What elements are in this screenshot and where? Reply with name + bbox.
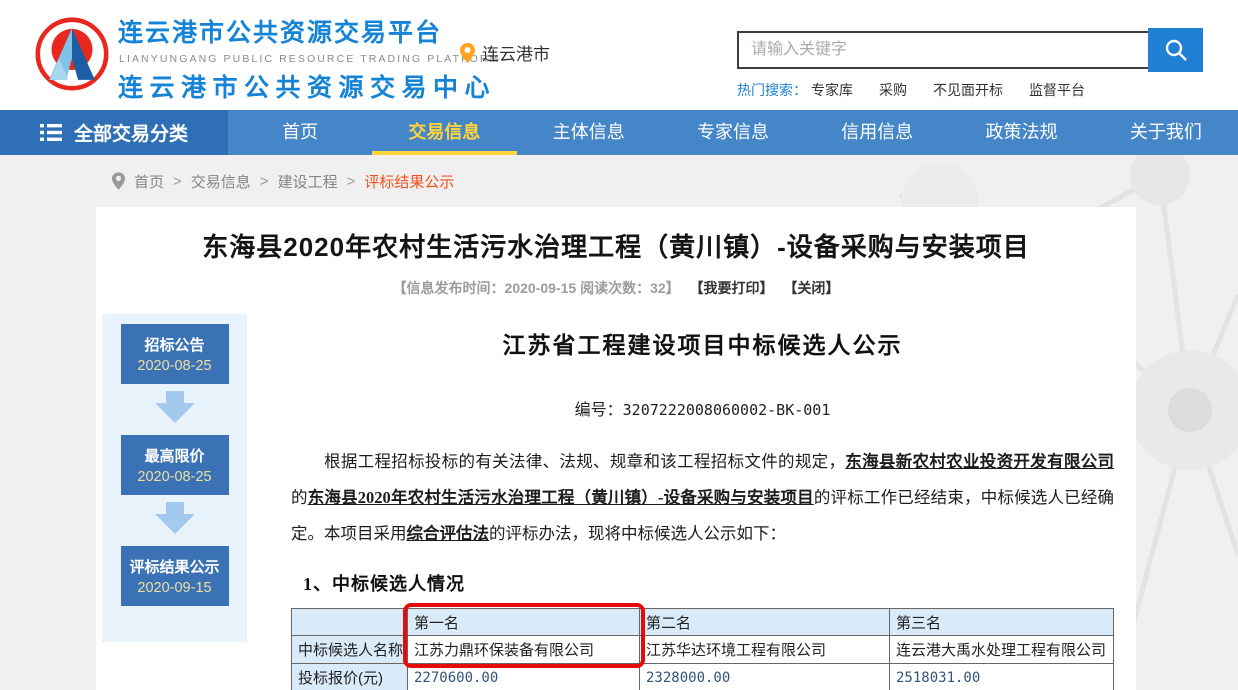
nav-item[interactable]: 首页: [228, 110, 372, 155]
main-navbar: 全部交易分类 首页交易信息主体信息专家信息信用信息政策法规关于我们: [0, 110, 1238, 155]
timeline-step-label: 最高限价: [144, 445, 204, 466]
table-cell: 2518031.00: [890, 664, 1114, 690]
timeline-step-label: 评标结果公示: [129, 556, 219, 577]
article-meta: 【信息发布时间：2020-09-15 阅读次数：32】 【我要打印】 【关闭】: [96, 278, 1136, 298]
candidates-table: 第一名第二名第三名中标候选人名称江苏力鼎环保装备有限公司江苏华达环境工程有限公司…: [291, 608, 1114, 690]
row-label-cell: 投标报价(元): [292, 664, 408, 690]
nav-item[interactable]: 交易信息: [372, 110, 516, 155]
hot-search-bar: 热门搜索： 专家库 采购 不见面开标 监督平台: [737, 80, 1203, 100]
table-header-cell: 第二名: [640, 609, 890, 636]
city-name: 连云港市: [482, 40, 550, 65]
publish-info: 【信息发布时间：2020-09-15 阅读次数：32】: [393, 280, 680, 296]
timeline-panel: 招标公告 2020-08-25 最高限价 2020-08-25 评标结果公示 2020-0…: [102, 314, 247, 642]
down-arrow-icon: [155, 391, 195, 428]
notice-heading: 江苏省工程建设项目中标候选人公示: [291, 326, 1114, 360]
timeline-step[interactable]: 评标结果公示 2020-09-15: [121, 546, 229, 606]
notice-body: 江苏省工程建设项目中标候选人公示 编号：3207222008060002-BK-…: [247, 314, 1136, 690]
breadcrumb: 首页 > 交易信息 > 建设工程 > 评标结果公示: [0, 155, 1238, 207]
table-cell: 江苏力鼎环保装备有限公司: [408, 636, 640, 664]
print-button[interactable]: 【我要打印】: [690, 280, 774, 296]
hot-search-item[interactable]: 采购: [879, 80, 907, 100]
content-card: 东海县2020年农村生活污水治理工程（黄川镇）-设备采购与安装项目 【信息发布时…: [96, 207, 1136, 690]
article-title: 东海县2020年农村生活污水治理工程（黄川镇）-设备采购与安装项目: [96, 227, 1136, 264]
hot-search-item[interactable]: 不见面开标: [933, 80, 1003, 100]
hot-search-item[interactable]: 监督平台: [1029, 80, 1085, 100]
table-row: 投标报价(元)2270600.002328000.002518031.00: [292, 664, 1114, 690]
location-pin-icon: [460, 43, 475, 63]
site-logo-icon: [34, 13, 110, 95]
table-header-row: 第一名第二名第三名: [292, 609, 1114, 636]
menu-icon: [40, 124, 62, 141]
table-row: 中标候选人名称江苏力鼎环保装备有限公司江苏华达环境工程有限公司连云港大禹水处理工…: [292, 636, 1114, 664]
nav-item[interactable]: 专家信息: [661, 110, 805, 155]
table-cell: 2270600.00: [408, 664, 640, 690]
breadcrumb-pin-icon: [112, 172, 125, 190]
paragraph-segment: 的: [291, 488, 308, 507]
breadcrumb-separator: >: [347, 173, 356, 190]
timeline-step-date: 2020-09-15: [137, 580, 211, 596]
table-header-cell: 第三名: [890, 609, 1114, 636]
hot-search-label: 热门搜索：: [737, 80, 807, 100]
breadcrumb-trade-info[interactable]: 交易信息: [191, 171, 251, 192]
paragraph-segment: 综合评估法: [407, 524, 490, 543]
breadcrumb-home[interactable]: 首页: [134, 171, 164, 192]
hot-search-item[interactable]: 专家库: [811, 80, 853, 100]
table-cell: 江苏华达环境工程有限公司: [640, 636, 890, 664]
search-area: 热门搜索： 专家库 采购 不见面开标 监督平台: [737, 28, 1203, 100]
all-categories-label: 全部交易分类: [74, 119, 188, 146]
reference-number: 3207222008060002-BK-001: [623, 401, 831, 419]
nav-item[interactable]: 主体信息: [517, 110, 661, 155]
paragraph-segment: 根据工程招标投标的有关法律、法规、规章和该工程招标文件的规定，: [324, 452, 845, 471]
notice-paragraph: 根据工程招标投标的有关法律、法规、规章和该工程招标文件的规定，东海县新农村农业投…: [291, 444, 1114, 552]
nav-item[interactable]: 关于我们: [1094, 110, 1238, 155]
table-header-cell: [292, 609, 408, 636]
breadcrumb-separator: >: [260, 173, 269, 190]
site-header: 连云港市公共资源交易平台 LIANYUNGANG PUBLIC RESOURCE…: [0, 0, 1238, 110]
breadcrumb-current: 评标结果公示: [364, 171, 454, 192]
timeline-step[interactable]: 招标公告 2020-08-25: [121, 324, 229, 384]
timeline-step-date: 2020-08-25: [137, 469, 211, 485]
nav-item[interactable]: 信用信息: [805, 110, 949, 155]
timeline-step[interactable]: 最高限价 2020-08-25: [121, 435, 229, 495]
search-icon: [1164, 38, 1188, 62]
site-title: 连云港市公共资源交易平台: [118, 13, 500, 49]
row-label-cell: 中标候选人名称: [292, 636, 408, 664]
city-selector[interactable]: 连云港市: [460, 40, 550, 65]
close-button[interactable]: 【关闭】: [783, 280, 839, 296]
search-button[interactable]: [1148, 28, 1203, 72]
paragraph-segment: 的评标办法，现将中标候选人公示如下：: [489, 524, 786, 543]
site-logo-text: 连云港市公共资源交易平台 LIANYUNGANG PUBLIC RESOURCE…: [118, 13, 500, 104]
candidates-table-wrap: 第一名第二名第三名中标候选人名称江苏力鼎环保装备有限公司江苏华达环境工程有限公司…: [291, 608, 1114, 690]
paragraph-segment: 东海县2020年农村生活污水治理工程（黄川镇）-设备采购与安装项目: [308, 488, 814, 507]
down-arrow-icon: [155, 502, 195, 539]
site-title-en: LIANYUNGANG PUBLIC RESOURCE TRADING PLAT…: [119, 53, 500, 65]
nav-items: 首页交易信息主体信息专家信息信用信息政策法规关于我们: [228, 110, 1238, 155]
breadcrumb-construction[interactable]: 建设工程: [278, 171, 338, 192]
site-subtitle: 连云港市公共资源交易中心: [118, 68, 500, 104]
timeline-step-label: 招标公告: [144, 334, 204, 355]
table-cell: 2328000.00: [640, 664, 890, 690]
nav-item[interactable]: 政策法规: [949, 110, 1093, 155]
timeline-step-date: 2020-08-25: [137, 358, 211, 374]
section-title: 1、中标候选人情况: [291, 570, 1114, 596]
reference-label: 编号：: [575, 402, 623, 419]
all-categories-button[interactable]: 全部交易分类: [0, 110, 228, 155]
paragraph-segment: 东海县新农村农业投资开发有限公司: [845, 452, 1114, 471]
table-header-cell: 第一名: [408, 609, 640, 636]
reference-line: 编号：3207222008060002-BK-001: [291, 396, 1114, 420]
table-cell: 连云港大禹水处理工程有限公司: [890, 636, 1114, 664]
breadcrumb-separator: >: [173, 173, 182, 190]
search-input[interactable]: [737, 31, 1148, 69]
